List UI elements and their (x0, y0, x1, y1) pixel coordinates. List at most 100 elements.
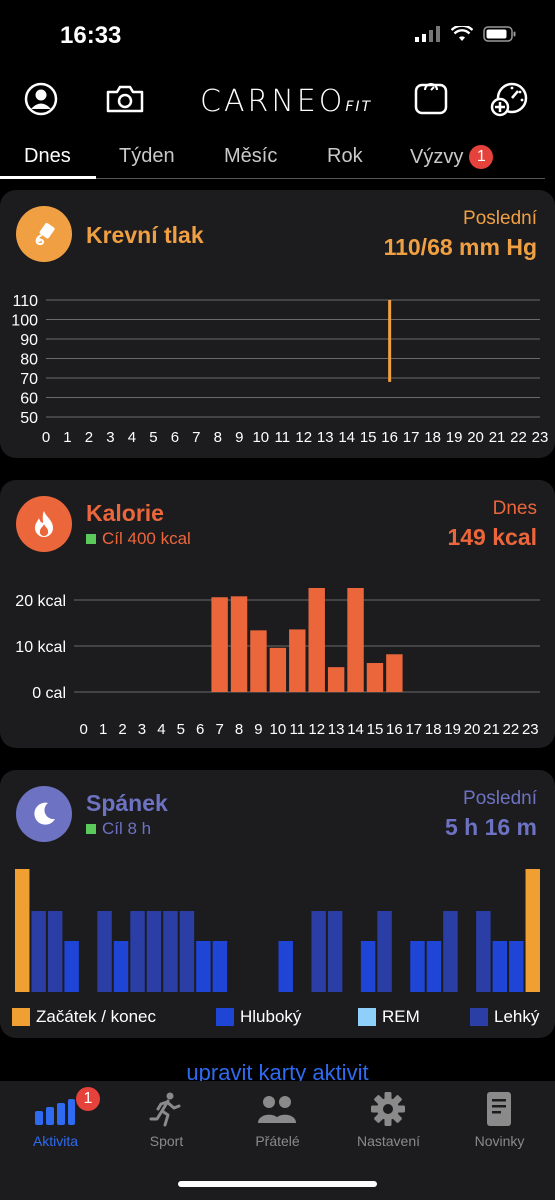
sleep-deep-bar (64, 941, 79, 992)
sleep-light-bar (47, 911, 63, 992)
legend-swatch (216, 1008, 234, 1026)
x-tick-label: 11 (274, 429, 290, 446)
tab-rok[interactable]: Rok (327, 145, 363, 168)
tab-tyden[interactable]: Týden (119, 145, 175, 168)
x-tick-label: 13 (328, 721, 345, 738)
nav-label: Novinky (474, 1133, 525, 1149)
x-tick-label: 16 (381, 429, 398, 446)
sleep-light-bar (443, 911, 458, 992)
x-tick-label: 10 (270, 721, 287, 738)
x-tick-label: 5 (177, 721, 185, 738)
sleep-light-bar (311, 911, 326, 992)
x-tick-label: 4 (157, 721, 165, 738)
cellular-signal-icon (415, 26, 440, 42)
calorie-bar (289, 629, 306, 692)
nav-nastaveni[interactable]: Nastavení (333, 1081, 444, 1161)
app-logo: CARNEOFIT (200, 84, 373, 119)
x-tick-label: 20 (464, 721, 481, 738)
x-tick-label: 21 (489, 429, 506, 446)
x-tick-label: 7 (215, 721, 223, 738)
x-tick-label: 20 (467, 429, 484, 446)
status-time: 16:33 (60, 22, 122, 49)
card-right-label: Poslední (463, 208, 537, 229)
sleep-deep-bar (426, 941, 442, 992)
x-tick-label: 12 (295, 429, 312, 446)
blood-pressure-card[interactable]: Krevní tlak Poslední 110/68 mm Hg 110 100… (0, 190, 555, 458)
x-tick-label: 12 (308, 721, 325, 738)
nav-label: Nastavení (356, 1133, 421, 1149)
status-icons (415, 26, 517, 42)
legend-label: Hluboký (240, 1007, 302, 1026)
sleep-light-bar (476, 911, 491, 992)
tab-vyzvy[interactable]: Výzvy 1 (410, 145, 494, 169)
sleep-card[interactable]: Spánek Cíl 8 h Poslední 5 h 16 m (0, 770, 555, 1038)
x-tick-label: 17 (405, 721, 422, 738)
active-tab-indicator (0, 176, 96, 179)
calorie-bar (327, 667, 345, 692)
card-right-value: 5 h 16 m (444, 814, 537, 840)
camera-icon[interactable] (105, 84, 145, 114)
y-tick-label: 10 kcal (15, 639, 66, 656)
x-tick-label: 9 (235, 429, 243, 446)
legend-start-end: Začátek / konec (12, 1007, 156, 1027)
calorie-bar (347, 588, 364, 692)
x-tick-label: 3 (106, 429, 114, 446)
profile-icon[interactable] (24, 82, 58, 116)
nav-sport[interactable]: Sport (111, 1081, 222, 1161)
nav-label: Přátelé (255, 1133, 300, 1149)
card-right-label: Poslední (463, 788, 537, 809)
x-tick-label: 0 (42, 429, 50, 446)
calorie-bar (269, 647, 287, 692)
y-tick-label: 90 (20, 332, 38, 349)
x-tick-label: 3 (138, 721, 146, 738)
x-tick-label: 6 (196, 721, 204, 738)
home-indicator (178, 1181, 377, 1187)
add-measurement-icon[interactable] (490, 80, 530, 118)
x-tick-label: 9 (254, 721, 262, 738)
period-tabs: Dnes Týden Měsíc Rok Výzvy 1 (0, 140, 555, 180)
sleep-deep-bar (113, 941, 129, 992)
nav-aktivita[interactable]: 1 Aktivita (0, 1081, 111, 1161)
sleep-deep-bar (196, 941, 211, 992)
nav-novinky[interactable]: Novinky (444, 1081, 555, 1161)
x-tick-label: 15 (360, 429, 377, 446)
x-tick-label: 17 (403, 429, 420, 446)
card-goal-label: Cíl 8 h (102, 819, 152, 838)
x-tick-label: 16 (386, 721, 403, 738)
y-tick-label: 70 (20, 371, 38, 388)
tab-vyzvy-label: Výzvy (410, 146, 464, 168)
x-tick-label: 2 (118, 721, 126, 738)
tab-mesic[interactable]: Měsíc (224, 145, 277, 168)
x-tick-label: 15 (367, 721, 384, 738)
y-tick-label: 50 (20, 410, 38, 427)
y-tick-label: 110 (12, 293, 38, 310)
sleep-start_end-bar (15, 869, 30, 992)
x-tick-label: 21 (483, 721, 500, 738)
x-tick-label: 1 (99, 721, 107, 738)
legend-label: Lehký (494, 1007, 540, 1026)
x-tick-label: 14 (338, 429, 355, 446)
calories-card[interactable]: Kalorie Cíl 400 kcal Dnes 149 kcal 20 kc… (0, 480, 555, 748)
card-goal: Cíl 8 h (86, 819, 151, 839)
x-tick-label: 10 (252, 429, 269, 446)
sleep-deep-bar (410, 941, 425, 992)
legend-swatch (358, 1008, 376, 1026)
nav-label: Sport (149, 1133, 184, 1149)
goal-dot (86, 534, 96, 544)
card-goal-label: Cíl 400 kcal (102, 529, 191, 548)
y-tick-label: 100 (11, 313, 38, 330)
sleep-light-bar (327, 911, 343, 992)
legend-swatch (12, 1008, 30, 1026)
scale-icon[interactable] (413, 80, 449, 116)
sleep-legend: Začátek / konec Hluboký REM Lehký (10, 1007, 550, 1031)
y-tick-label: 20 kcal (15, 593, 66, 610)
x-tick-label: 7 (192, 429, 200, 446)
sleep-deep-bar (492, 941, 508, 992)
x-tick-label: 22 (503, 721, 520, 738)
battery-icon (483, 26, 516, 42)
activity-badge: 1 (76, 1087, 100, 1111)
nav-pratele[interactable]: Přátelé (222, 1081, 333, 1161)
tab-dnes[interactable]: Dnes (24, 145, 71, 168)
x-tick-label: 23 (532, 429, 549, 446)
runner-icon (149, 1092, 181, 1127)
